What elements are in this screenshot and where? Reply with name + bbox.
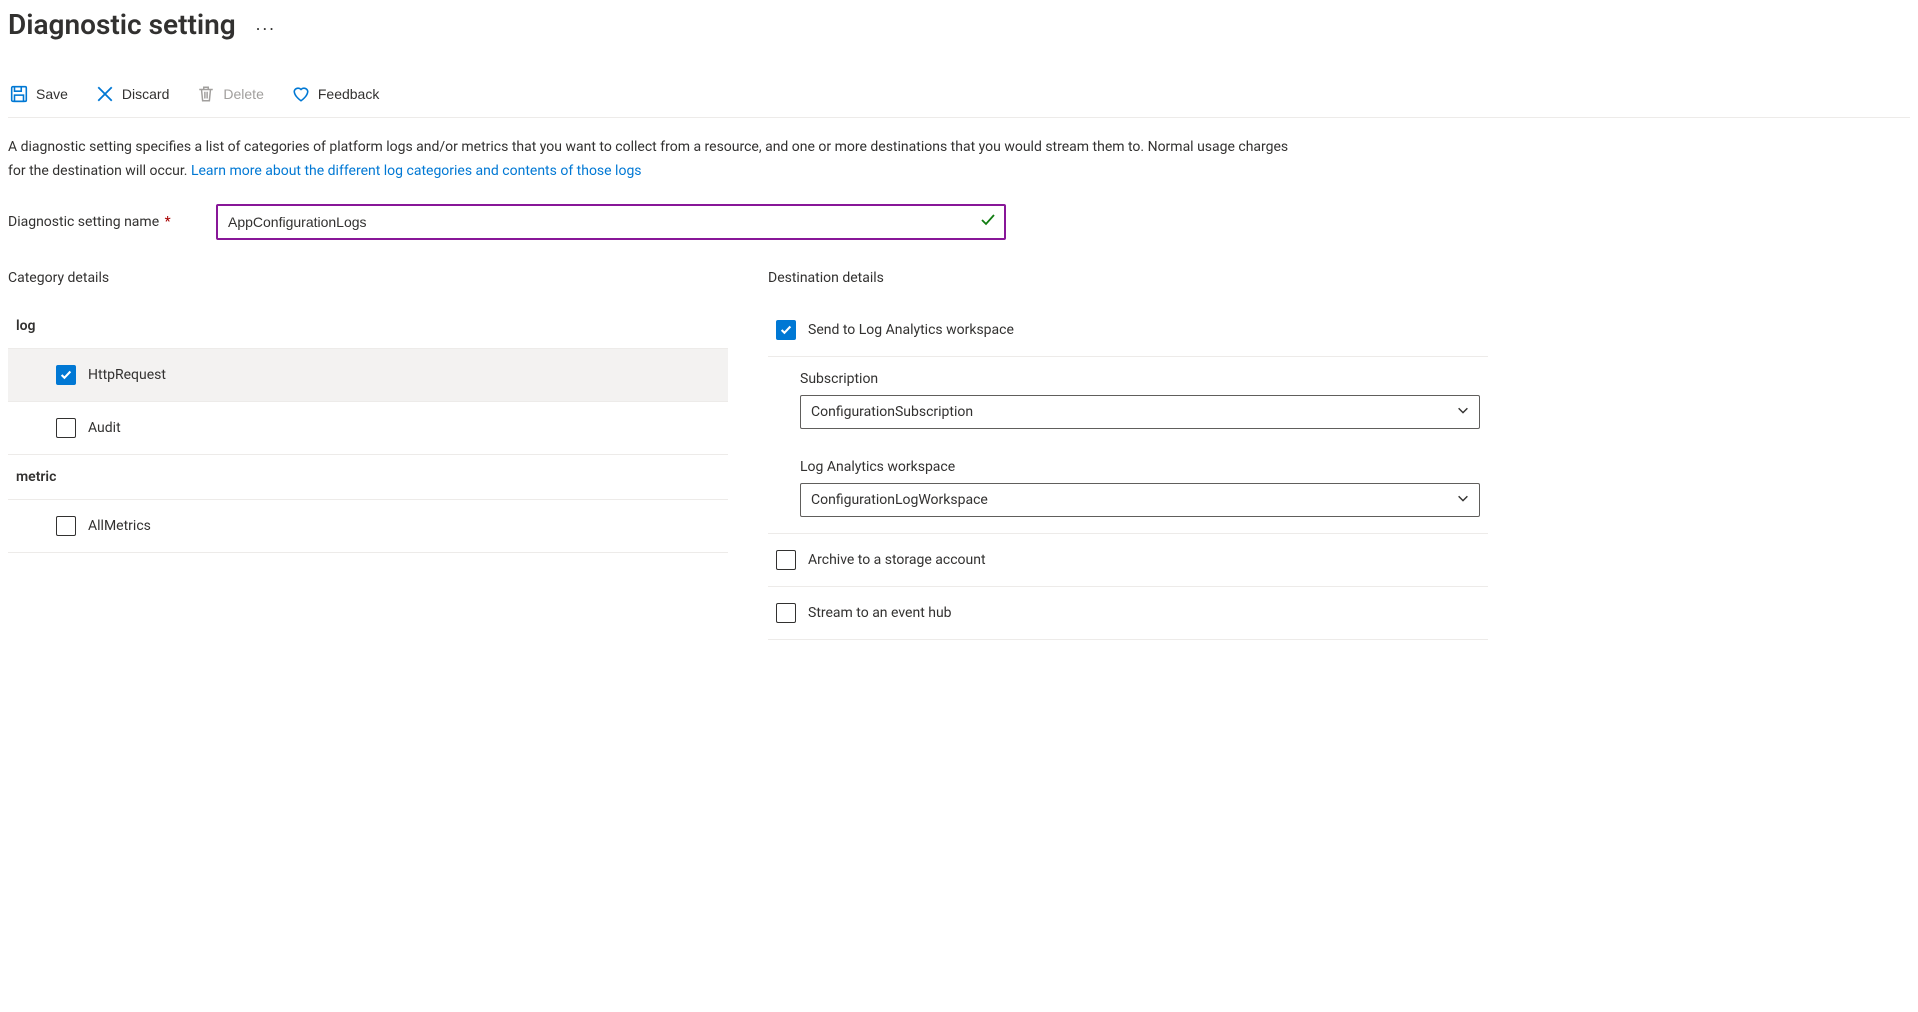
log-label-audit: Audit [88, 420, 121, 436]
toolbar: Save Discard Delete Feedback [8, 81, 1910, 118]
checkbox-httprequest[interactable] [56, 365, 76, 385]
workspace-value: ConfigurationLogWorkspace [811, 492, 988, 508]
metric-group-label: metric [8, 455, 728, 500]
required-indicator: * [161, 214, 171, 230]
workspace-block: Log Analytics workspace ConfigurationLog… [768, 445, 1488, 534]
save-icon [10, 85, 28, 103]
checkbox-allmetrics[interactable] [56, 516, 76, 536]
subscription-select[interactable]: ConfigurationSubscription [800, 395, 1480, 429]
log-row-audit[interactable]: Audit [8, 402, 728, 455]
metric-row-allmetrics[interactable]: AllMetrics [8, 500, 728, 553]
category-heading: Category details [8, 270, 728, 286]
feedback-label: Feedback [318, 86, 379, 102]
subscription-value: ConfigurationSubscription [811, 404, 973, 420]
dest-row-log-analytics[interactable]: Send to Log Analytics workspace [768, 304, 1488, 357]
dest-row-storage[interactable]: Archive to a storage account [768, 534, 1488, 587]
learn-more-link[interactable]: Learn more about the different log categ… [191, 163, 642, 179]
checkbox-event-hub[interactable] [776, 603, 796, 623]
save-label: Save [36, 86, 68, 102]
log-group-label: log [8, 304, 728, 349]
feedback-button[interactable]: Feedback [290, 81, 381, 107]
save-button[interactable]: Save [8, 81, 70, 107]
destination-heading: Destination details [768, 270, 1488, 286]
subscription-label: Subscription [800, 371, 1488, 387]
name-label: Diagnostic setting name * [8, 214, 198, 230]
subscription-block: Subscription ConfigurationSubscription [768, 357, 1488, 445]
discard-button[interactable]: Discard [94, 81, 171, 107]
more-icon[interactable]: ... [256, 14, 276, 35]
delete-button: Delete [195, 81, 265, 107]
workspace-select[interactable]: ConfigurationLogWorkspace [800, 483, 1480, 517]
close-icon [96, 85, 114, 103]
checkmark-icon [980, 212, 996, 232]
delete-label: Delete [223, 86, 263, 102]
dest-label-storage: Archive to a storage account [808, 552, 986, 568]
page-title: Diagnostic setting [8, 8, 236, 41]
workspace-label: Log Analytics workspace [800, 459, 1488, 475]
metric-label-allmetrics: AllMetrics [88, 518, 151, 534]
checkbox-storage[interactable] [776, 550, 796, 570]
dest-label-event-hub: Stream to an event hub [808, 605, 952, 621]
dest-label-log-analytics: Send to Log Analytics workspace [808, 322, 1014, 338]
diagnostic-name-input[interactable] [216, 204, 1006, 240]
checkbox-log-analytics[interactable] [776, 320, 796, 340]
checkbox-audit[interactable] [56, 418, 76, 438]
log-label-httprequest: HttpRequest [88, 367, 166, 383]
heart-icon [292, 85, 310, 103]
trash-icon [197, 85, 215, 103]
dest-row-event-hub[interactable]: Stream to an event hub [768, 587, 1488, 640]
log-row-httprequest[interactable]: HttpRequest [8, 349, 728, 402]
description-text: A diagnostic setting specifies a list of… [8, 136, 1308, 184]
discard-label: Discard [122, 86, 169, 102]
